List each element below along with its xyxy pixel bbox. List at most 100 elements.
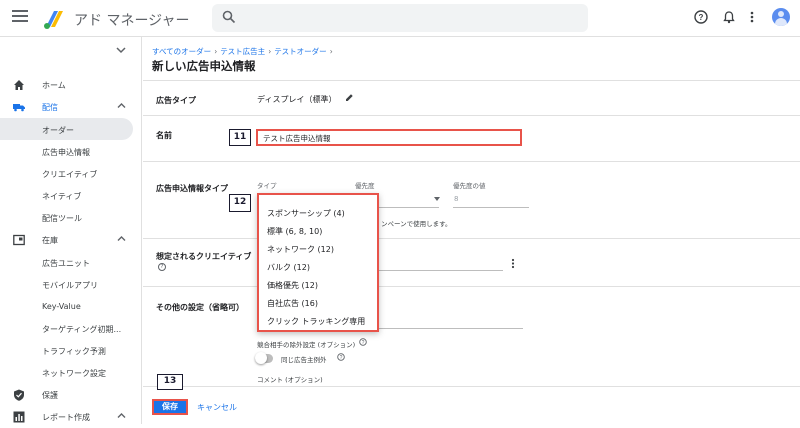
- sidebar-sub-targeting-presets[interactable]: ターゲティング初期...: [0, 317, 133, 339]
- sidebar-item-reporting[interactable]: レポート作成: [0, 406, 142, 428]
- sidebar-sub-mobile-apps[interactable]: モバイルアプリ: [0, 273, 133, 295]
- main-menu-button[interactable]: [12, 10, 28, 26]
- main-content: すべてのオーダー › テスト広告主 › テストオーダー › 新しい広告申込情報 広告タイプ…: [143, 37, 800, 424]
- sidebar-sub-traffic-forecast[interactable]: トラフィック予測: [0, 339, 133, 361]
- sidebar-sub-orders[interactable]: オーダー: [0, 118, 133, 140]
- priority-value-caption: 優先度の値: [453, 182, 486, 190]
- divider: [143, 161, 800, 162]
- bar-chart-icon: [13, 411, 25, 423]
- breadcrumb: すべてのオーダー › テスト広告主 › テストオーダー ›: [152, 46, 336, 57]
- campaign-hint: ンペーンで使用します。: [381, 220, 452, 228]
- dropdown-option-network[interactable]: ネットワーク (12): [267, 244, 334, 255]
- sidebar-item-label: トラフィック予測: [42, 347, 106, 356]
- sidebar-item-protection[interactable]: 保護: [0, 384, 142, 406]
- sidebar-item-label: ネイティブ: [42, 192, 82, 201]
- sidebar-sub-line-items[interactable]: 広告申込情報: [0, 140, 133, 162]
- help-circle-icon[interactable]: ?: [158, 263, 166, 271]
- search-icon: [222, 10, 236, 24]
- help-circle-icon[interactable]: ?: [337, 353, 345, 361]
- sidebar-item-label: オーダー: [42, 126, 74, 135]
- creative-size-field[interactable]: [379, 270, 503, 271]
- sidebar-item-label: 保護: [42, 391, 58, 400]
- help-icon[interactable]: ?: [694, 10, 708, 24]
- svg-text:?: ?: [699, 13, 704, 22]
- sidebar-item-label: ターゲティング初期...: [42, 325, 122, 334]
- sidebar-item-label: レポート作成: [42, 413, 90, 422]
- expected-creatives-label: 想定されるクリエイティブ?: [156, 250, 254, 276]
- divider: [143, 286, 800, 287]
- cancel-button[interactable]: キャンセル: [197, 402, 237, 413]
- sidebar-sub-creatives[interactable]: クリエイティブ: [0, 162, 133, 184]
- dropdown-option-price-priority[interactable]: 価格優先 (12): [267, 280, 318, 291]
- sidebar-item-label: 配信ツール: [42, 214, 82, 223]
- more-vert-icon[interactable]: [748, 10, 756, 24]
- breadcrumb-separator: ›: [268, 47, 272, 56]
- competitive-exclusion-caption: 競合相手の除外設定 (オプション): [257, 341, 356, 349]
- divider: [143, 80, 800, 81]
- name-field[interactable]: テスト広告申込情報: [256, 129, 522, 146]
- save-button[interactable]: 保存: [152, 399, 188, 415]
- priority-dropdown-caret[interactable]: [434, 197, 440, 201]
- dropdown-option-standard[interactable]: 標準 (6, 8, 10): [267, 226, 322, 237]
- sidebar-item-label: ホーム: [42, 81, 66, 90]
- dropdown-option-bulk[interactable]: バルク (12): [267, 262, 310, 273]
- breadcrumb-order[interactable]: テストオーダー: [274, 47, 327, 56]
- sidebar-item-inventory[interactable]: 在庫: [0, 229, 142, 251]
- sidebar-sub-network-settings[interactable]: ネットワーク設定: [0, 361, 133, 383]
- divider: [143, 115, 800, 116]
- chevron-up-icon: [117, 236, 126, 241]
- inventory-icon: [13, 234, 25, 246]
- priority-value-field[interactable]: [453, 207, 529, 208]
- chevron-up-icon: [117, 413, 126, 418]
- sidebar-sub-delivery-tools[interactable]: 配信ツール: [0, 206, 133, 228]
- comment-caption: コメント (オプション): [257, 376, 323, 384]
- sidebar-item-home[interactable]: ホーム: [0, 74, 142, 96]
- breadcrumb-advertiser[interactable]: テスト広告主: [220, 47, 265, 56]
- shield-icon: [14, 389, 24, 401]
- sidebar-item-label: 広告申込情報: [42, 148, 90, 157]
- svg-text:?: ?: [340, 355, 343, 361]
- sidebar-item-label: Key-Value: [42, 302, 81, 311]
- chevron-up-icon: [117, 103, 126, 108]
- dropdown-option-click-tracking[interactable]: クリック トラッキング専用: [267, 316, 365, 327]
- sidebar-item-delivery[interactable]: 配信: [0, 96, 142, 118]
- sidebar-item-label: ネットワーク設定: [42, 369, 106, 378]
- dropdown-option-house[interactable]: 自社広告 (16): [267, 298, 318, 309]
- sidebar-sub-key-value[interactable]: Key-Value: [0, 295, 133, 317]
- sidebar-item-label: 広告ユニット: [42, 259, 90, 268]
- line-item-type-label: 広告申込情報タイプ: [156, 184, 228, 193]
- other-settings-field[interactable]: [379, 328, 523, 329]
- divider: [143, 238, 800, 239]
- help-circle-icon[interactable]: ?: [359, 338, 367, 346]
- name-label: 名前: [156, 131, 172, 140]
- breadcrumb-all-orders[interactable]: すべてのオーダー: [152, 47, 211, 56]
- dropdown-option-sponsorship[interactable]: スポンサーシップ (4): [267, 208, 345, 219]
- sidebar-item-label: 配信: [42, 103, 58, 112]
- expected-creatives-text: 想定されるクリエイティブ: [156, 252, 252, 261]
- notifications-icon[interactable]: [722, 10, 736, 24]
- form-footer: 保存 キャンセル: [143, 386, 800, 424]
- step-marker-13: 13: [157, 374, 183, 390]
- account-avatar[interactable]: [772, 8, 790, 26]
- priority-value: 8: [454, 195, 459, 203]
- sidebar-item-label: モバイルアプリ: [42, 281, 98, 290]
- top-app-bar: アド マネージャー ?: [0, 0, 800, 37]
- priority-caption: 優先度: [355, 182, 375, 190]
- search-bar[interactable]: [212, 4, 588, 32]
- line-item-type-dropdown-menu: スポンサーシップ (4) 標準 (6, 8, 10) ネットワーク (12) バ…: [257, 193, 379, 332]
- sidebar-sub-native[interactable]: ネイティブ: [0, 184, 133, 206]
- same-advertiser-toggle[interactable]: [255, 352, 273, 364]
- chevron-down-icon[interactable]: [116, 46, 126, 54]
- ad-type-label: 広告タイプ: [156, 96, 196, 105]
- step-marker-11: 11: [229, 129, 251, 146]
- type-caption: タイプ: [257, 182, 277, 190]
- truck-icon: [13, 104, 25, 112]
- sidebar-sub-ad-units[interactable]: 広告ユニット: [0, 251, 133, 273]
- edit-pencil-icon[interactable]: [345, 93, 354, 102]
- ad-manager-logo-icon: [44, 11, 63, 29]
- more-vert-icon[interactable]: [510, 258, 516, 269]
- same-advertiser-label: 同じ広告主例外: [281, 356, 327, 364]
- sidebar: ホーム 配信 オーダー 広告申込情報 クリエイティブ ネイティブ 配信ツール 在…: [0, 37, 142, 424]
- breadcrumb-separator: ›: [214, 47, 218, 56]
- search-input[interactable]: [248, 8, 578, 28]
